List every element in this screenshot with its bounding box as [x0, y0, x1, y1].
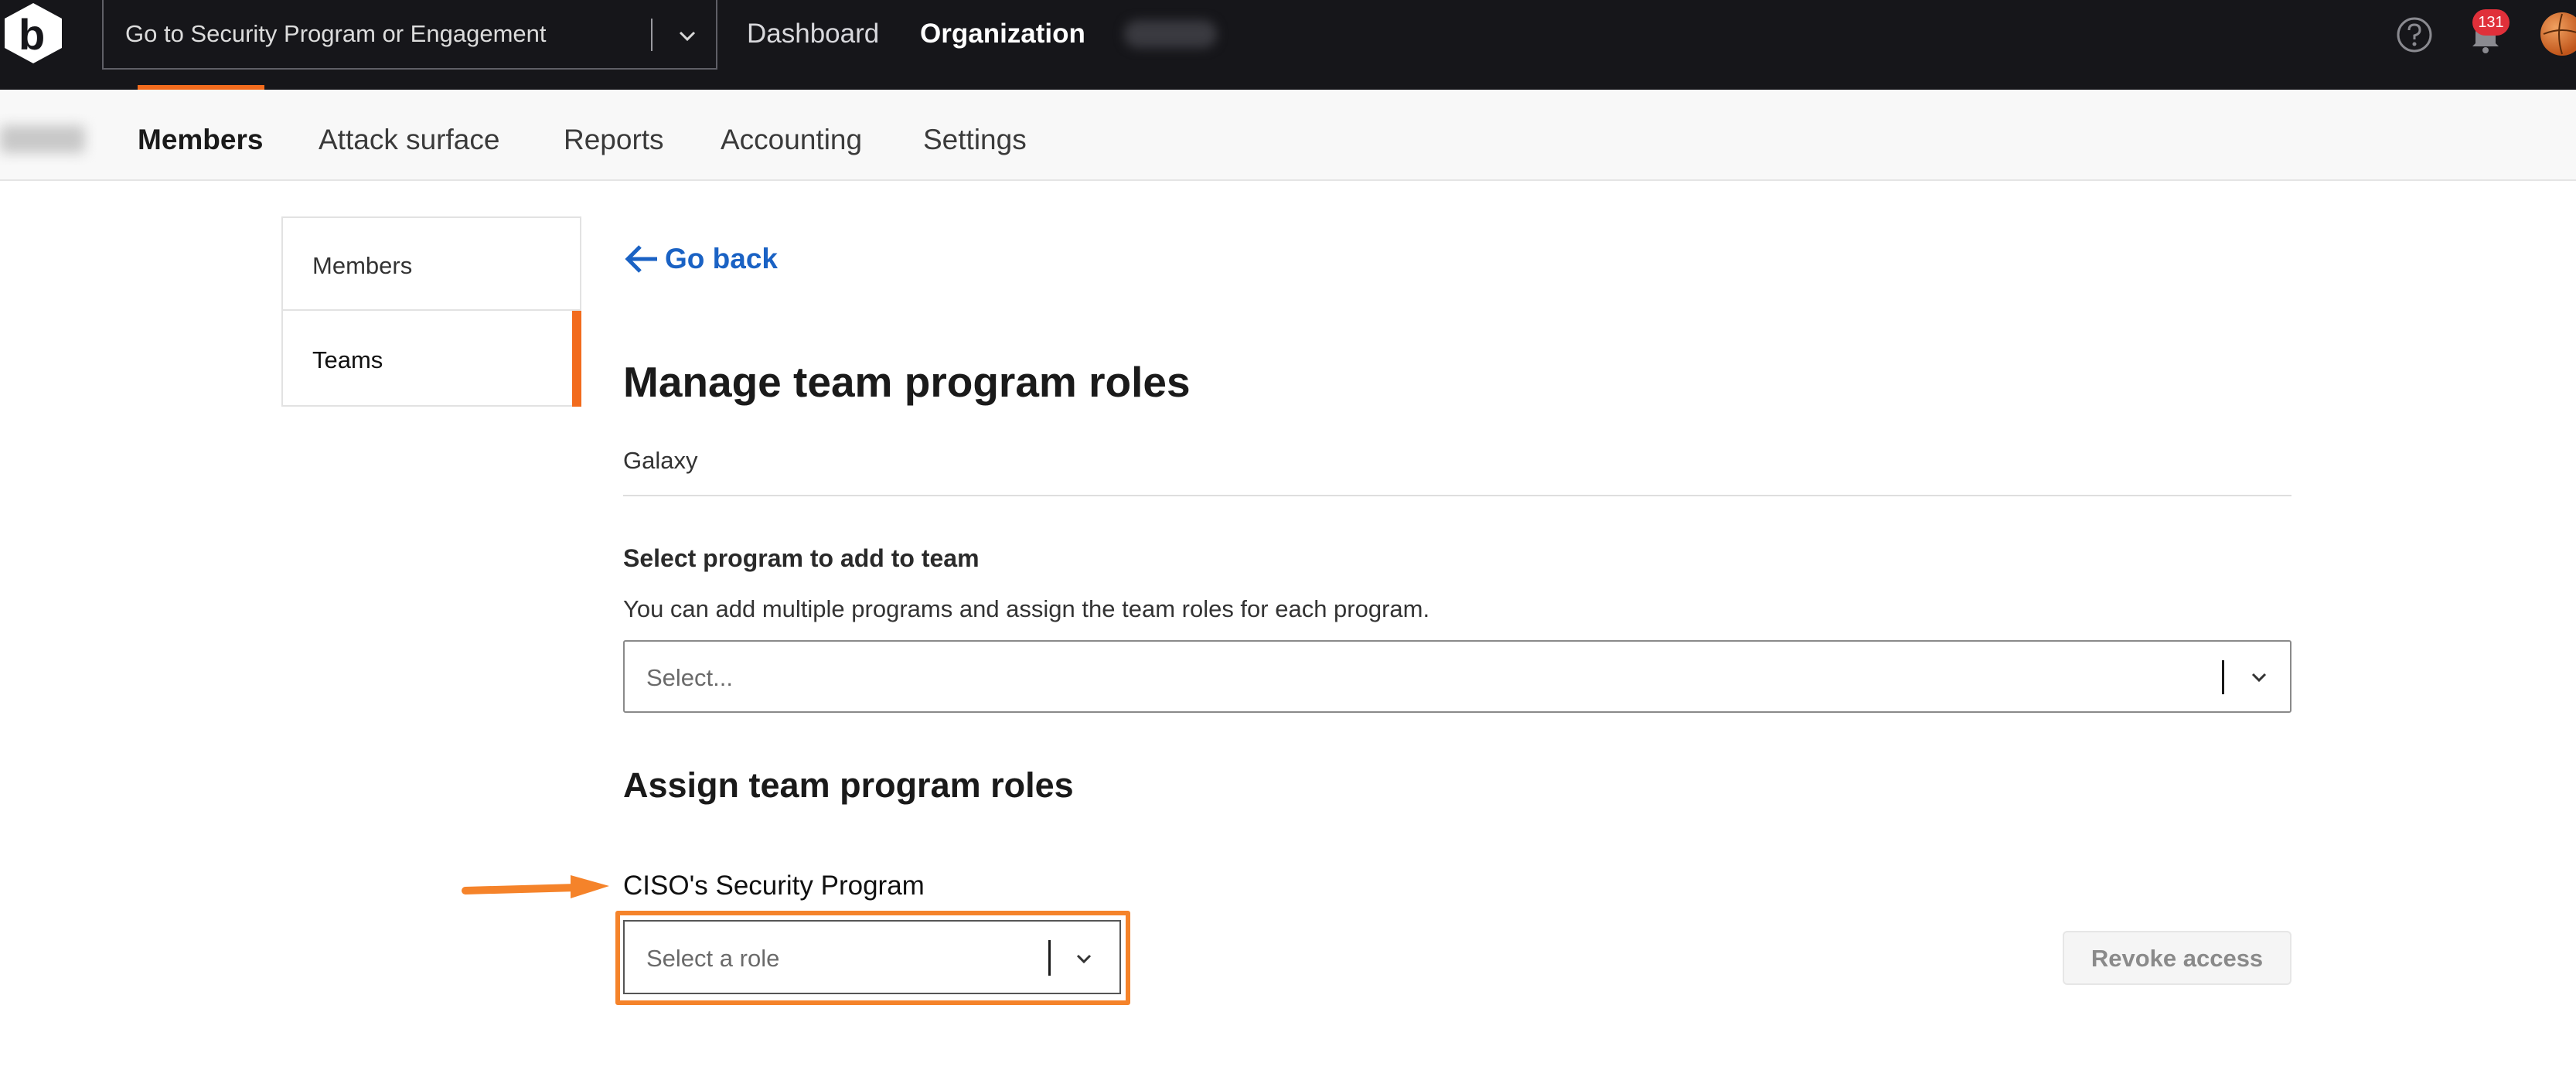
select-program-dropdown[interactable]: Select...	[623, 640, 2291, 713]
tab-members[interactable]: Members	[138, 124, 263, 156]
side-item-teams[interactable]: Teams	[283, 312, 580, 405]
nav-dashboard-link[interactable]: Dashboard	[747, 19, 879, 49]
revoke-access-button[interactable]: Revoke access	[2063, 931, 2291, 985]
notification-count-badge: 131	[2472, 9, 2510, 36]
role-select-placeholder: Select a role	[646, 945, 780, 972]
chevron-down-icon[interactable]	[2245, 663, 2273, 691]
program-search-placeholder: Go to Security Program or Engagement	[125, 20, 547, 47]
select-separator	[2222, 660, 2224, 694]
help-circle-icon[interactable]	[2395, 15, 2434, 54]
svg-text:b: b	[19, 10, 45, 59]
members-side-menu: Members Teams	[281, 216, 581, 407]
redacted-org-name	[1124, 20, 1217, 48]
select-program-placeholder: Select...	[646, 664, 733, 691]
select-separator	[651, 19, 653, 51]
program-name: CISO's Security Program	[623, 871, 925, 901]
redacted-org-label	[0, 125, 85, 153]
annotation-arrow-icon	[462, 875, 609, 898]
side-item-label: Members	[312, 252, 413, 279]
tab-accounting[interactable]: Accounting	[721, 124, 862, 156]
active-tab-indicator	[138, 85, 264, 90]
arrow-left-icon	[625, 245, 657, 273]
role-select-dropdown[interactable]: Select a role	[623, 920, 1121, 994]
side-item-label: Teams	[312, 346, 383, 373]
bugcrowd-logo-icon[interactable]: b	[0, 0, 66, 66]
select-program-help: You can add multiple programs and assign…	[623, 595, 1430, 622]
chevron-down-icon[interactable]	[673, 22, 702, 51]
go-back-label: Go back	[665, 243, 778, 274]
tab-attack-surface[interactable]: Attack surface	[319, 124, 499, 156]
select-program-label: Select program to add to team	[623, 544, 980, 572]
page-title: Manage team program roles	[623, 358, 1191, 406]
side-item-members[interactable]: Members	[283, 218, 580, 311]
team-name: Galaxy	[623, 447, 698, 474]
select-separator	[1048, 940, 1051, 976]
nav-organization-link[interactable]: Organization	[920, 19, 1085, 49]
top-navigation-bar: b Go to Security Program or Engagement D…	[0, 0, 2576, 90]
program-search-select[interactable]: Go to Security Program or Engagement	[102, 0, 717, 70]
tab-reports[interactable]: Reports	[564, 124, 664, 156]
go-back-link[interactable]: Go back	[623, 240, 778, 278]
active-side-item-indicator	[572, 311, 581, 407]
organization-subnav: Members Attack surface Reports Accountin…	[0, 90, 2576, 181]
assign-roles-heading: Assign team program roles	[623, 765, 1074, 805]
chevron-down-icon[interactable]	[1070, 945, 1098, 973]
tab-settings[interactable]: Settings	[923, 124, 1027, 156]
avatar-icon[interactable]	[2540, 12, 2576, 56]
section-divider	[623, 495, 2291, 496]
